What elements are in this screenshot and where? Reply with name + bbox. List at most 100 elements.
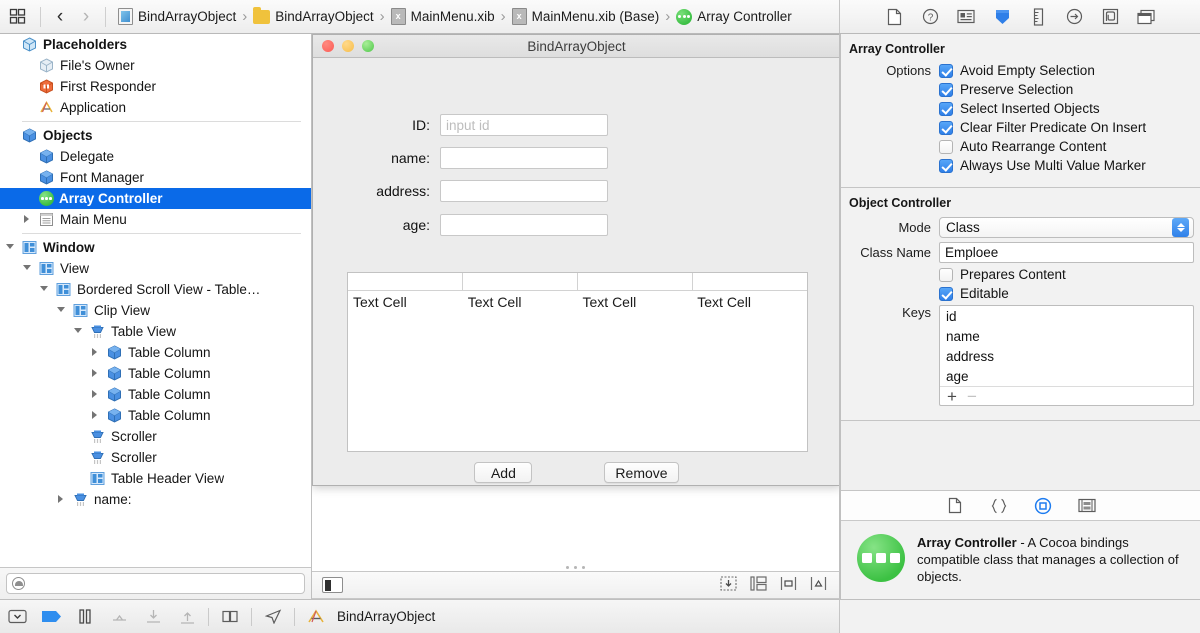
back-button[interactable]: ‹ — [47, 0, 73, 34]
checkbox-preserve-selection[interactable]: Preserve Selection — [939, 82, 1073, 97]
table-header-cell[interactable] — [463, 273, 578, 290]
outline-row-scroller[interactable]: Scroller — [0, 426, 311, 447]
outline-row-delegate[interactable]: Delegate — [0, 146, 311, 167]
outline-row-placeholders[interactable]: Placeholders — [0, 34, 311, 55]
table-cell[interactable]: Text Cell — [578, 294, 693, 310]
embed-in-icon[interactable] — [750, 576, 767, 594]
chevron-right-icon[interactable] — [91, 347, 102, 358]
outline-row-table-column[interactable]: Table Column — [0, 384, 311, 405]
checkbox-avoid-empty-selection[interactable]: Avoid Empty Selection — [939, 63, 1095, 78]
outline-filter-input[interactable] — [30, 577, 299, 591]
document-outline-toggle-icon[interactable] — [322, 577, 343, 593]
address-field[interactable] — [440, 180, 608, 202]
table-cell[interactable]: Text Cell — [463, 294, 578, 310]
update-frames-icon[interactable] — [720, 576, 737, 594]
keys-list-item[interactable]: id — [940, 306, 1193, 326]
checkbox-icon[interactable] — [939, 102, 953, 116]
name-input[interactable] — [446, 151, 602, 166]
chevron-down-icon[interactable] — [40, 284, 51, 295]
media-library-icon[interactable] — [1076, 495, 1098, 517]
keys-list-item[interactable]: age — [940, 366, 1193, 386]
outline-row-window[interactable]: Window — [0, 237, 311, 258]
outline-row-array-controller[interactable]: Array Controller — [0, 188, 311, 209]
outline-row-name[interactable]: name: — [0, 489, 311, 510]
table-header-cell[interactable] — [693, 273, 807, 290]
step-into-icon[interactable] — [136, 600, 170, 633]
document-outline-list[interactable]: PlaceholdersFile's OwnerFirst ResponderA… — [0, 34, 311, 567]
step-out-icon[interactable] — [170, 600, 204, 633]
show-hide-icon[interactable] — [0, 600, 34, 633]
chevron-right-icon[interactable] — [91, 368, 102, 379]
checkbox-icon[interactable] — [939, 121, 953, 135]
outline-row-table-view[interactable]: Table View — [0, 321, 311, 342]
keys-list-item[interactable]: name — [940, 326, 1193, 346]
canvas-resize-grip[interactable] — [312, 562, 839, 572]
breadcrumb-item-folder[interactable]: BindArrayObject — [251, 9, 375, 24]
id-input[interactable] — [446, 118, 602, 133]
bindings-inspector-icon[interactable] — [1099, 6, 1121, 28]
outline-row-main-menu[interactable]: Main Menu — [0, 209, 311, 230]
checkbox-icon[interactable] — [939, 268, 953, 282]
outline-row-clip-view[interactable]: Clip View — [0, 300, 311, 321]
table-cell[interactable]: Text Cell — [348, 294, 463, 310]
checkbox-prepares-content[interactable]: Prepares Content — [939, 267, 1066, 282]
checkbox-icon[interactable] — [939, 287, 953, 301]
keys-list-item[interactable]: address — [940, 346, 1193, 366]
outline-row-table-column[interactable]: Table Column — [0, 405, 311, 426]
checkbox-clear-filter-predicate-on-insert[interactable]: Clear Filter Predicate On Insert — [939, 120, 1146, 135]
outline-row-view[interactable]: View — [0, 258, 311, 279]
pause-icon[interactable] — [68, 600, 102, 633]
breadcrumb-item-xib[interactable]: x MainMenu.xib — [389, 8, 497, 25]
chevron-right-icon[interactable] — [91, 410, 102, 421]
table-header-cell[interactable] — [578, 273, 693, 290]
chevron-down-icon[interactable] — [57, 305, 68, 316]
checkbox-icon[interactable] — [939, 159, 953, 173]
chevron-right-icon[interactable] — [57, 494, 68, 505]
chevron-updown-icon[interactable] — [1172, 218, 1189, 237]
object-library-icon[interactable] — [1032, 495, 1054, 517]
align-icon[interactable] — [780, 576, 797, 594]
checkbox-icon[interactable] — [939, 64, 953, 78]
name-field[interactable] — [440, 147, 608, 169]
age-field[interactable] — [440, 214, 608, 236]
connections-inspector-icon[interactable] — [1063, 6, 1085, 28]
step-over-icon[interactable] — [102, 600, 136, 633]
chevron-down-icon[interactable] — [6, 242, 17, 253]
class-name-input[interactable] — [945, 245, 1188, 260]
table-header-cell[interactable] — [348, 273, 463, 290]
size-inspector-icon[interactable] — [1027, 6, 1049, 28]
file-template-library-icon[interactable] — [944, 495, 966, 517]
checkbox-icon[interactable] — [939, 140, 953, 154]
age-input[interactable] — [446, 218, 602, 233]
file-inspector-icon[interactable] — [883, 6, 905, 28]
class-name-field[interactable] — [939, 242, 1194, 263]
outline-row-application[interactable]: Application — [0, 97, 311, 118]
keys-list[interactable]: id name address age + − — [939, 305, 1194, 406]
mode-popup-button[interactable]: Class — [939, 217, 1194, 238]
attributes-inspector-icon[interactable] — [991, 6, 1013, 28]
interface-builder-canvas[interactable]: BindArrayObject ID: name: — [312, 34, 840, 571]
add-constraints-icon[interactable] — [810, 576, 827, 594]
checkbox-select-inserted-objects[interactable]: Select Inserted Objects — [939, 101, 1100, 116]
add-key-button[interactable]: + — [947, 388, 957, 405]
id-field[interactable] — [440, 114, 608, 136]
chevron-right-icon[interactable] — [91, 389, 102, 400]
breadcrumb-item-project[interactable]: BindArrayObject — [116, 8, 238, 25]
breadcrumb-item-xib-base[interactable]: x MainMenu.xib (Base) — [510, 8, 662, 25]
outline-row-bordered-scroll-view-table[interactable]: Bordered Scroll View - Table… — [0, 279, 311, 300]
outline-row-objects[interactable]: Objects — [0, 125, 311, 146]
breakpoint-icon[interactable] — [34, 600, 68, 633]
table-row[interactable]: Text Cell Text Cell Text Cell Text Cell — [348, 291, 807, 313]
outline-row-scroller[interactable]: Scroller — [0, 447, 311, 468]
location-icon[interactable] — [256, 600, 290, 633]
outline-row-table-header-view[interactable]: Table Header View — [0, 468, 311, 489]
code-snippet-library-icon[interactable] — [988, 495, 1010, 517]
chevron-down-icon[interactable] — [23, 263, 34, 274]
identity-inspector-icon[interactable] — [955, 6, 977, 28]
outline-row-font-manager[interactable]: Font Manager — [0, 167, 311, 188]
quick-help-inspector-icon[interactable]: ? — [919, 6, 941, 28]
checkbox-auto-rearrange-content[interactable]: Auto Rearrange Content — [939, 139, 1106, 154]
view-hierarchy-icon[interactable] — [213, 600, 247, 633]
checkbox-editable[interactable]: Editable — [939, 286, 1009, 301]
table-header-view[interactable] — [348, 273, 807, 291]
